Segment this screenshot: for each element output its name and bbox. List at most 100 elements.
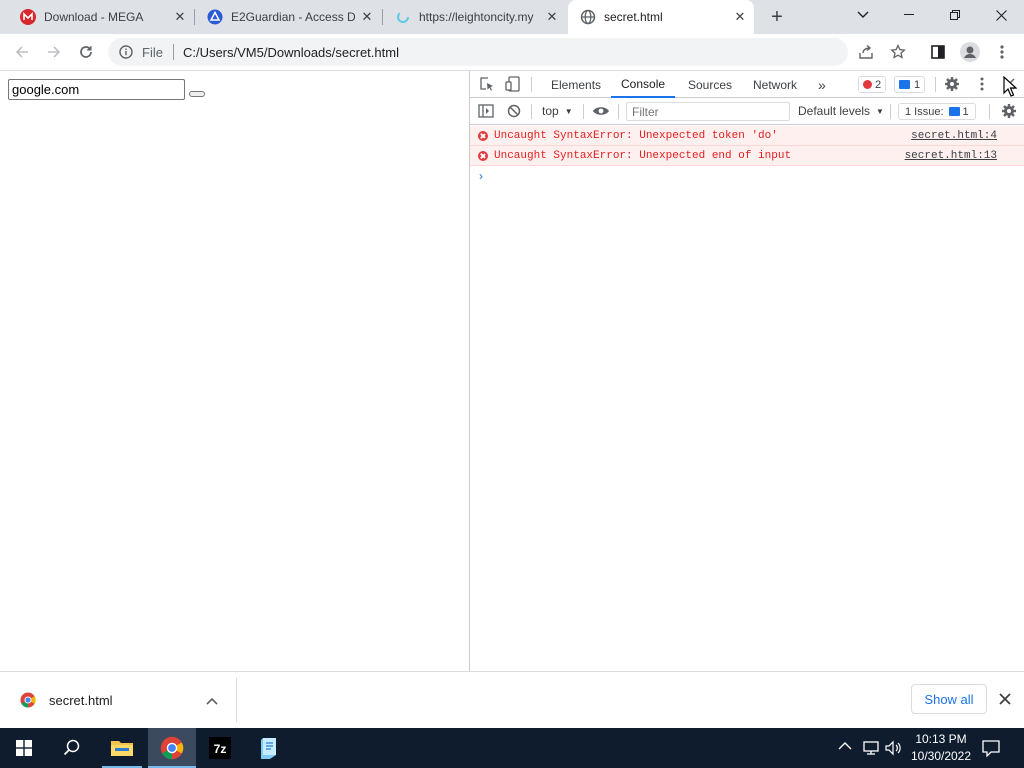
omnibox-divider bbox=[172, 44, 174, 60]
more-tabs-chevron-icon[interactable]: » bbox=[818, 71, 826, 98]
page-viewport bbox=[0, 71, 469, 671]
tab-search-chevron-icon[interactable] bbox=[840, 0, 886, 30]
profile-avatar-icon[interactable] bbox=[956, 38, 984, 66]
browser-menu-icon[interactable] bbox=[988, 38, 1016, 66]
live-expression-eye-icon[interactable] bbox=[592, 105, 610, 117]
share-icon[interactable] bbox=[852, 38, 880, 66]
error-icon bbox=[863, 80, 872, 89]
chrome-taskbar-icon[interactable] bbox=[148, 728, 196, 768]
message-count-badge[interactable]: 1 bbox=[894, 76, 926, 93]
submit-button[interactable] bbox=[189, 91, 205, 97]
inspect-element-icon[interactable] bbox=[479, 76, 495, 92]
svg-text:7z: 7z bbox=[214, 742, 227, 756]
tab-title: Download - MEGA bbox=[44, 10, 144, 24]
globe-icon bbox=[580, 9, 596, 25]
tab-leightoncity[interactable]: https://leightoncity.my ✕ bbox=[383, 0, 566, 34]
side-panel-icon[interactable] bbox=[924, 38, 952, 66]
toolbar-divider bbox=[583, 104, 584, 119]
info-icon[interactable] bbox=[118, 44, 134, 60]
tab-network[interactable]: Network bbox=[753, 71, 797, 98]
toolbar-divider bbox=[531, 104, 532, 119]
devtools-panel: Elements Console Sources Network » 2 1 t… bbox=[469, 71, 1024, 671]
devtools-menu-icon[interactable] bbox=[974, 76, 990, 92]
message-count: 1 bbox=[914, 78, 921, 91]
tab-title: https://leightoncity.my bbox=[419, 10, 534, 24]
tab-e2guardian[interactable]: E2Guardian - Access De ✕ bbox=[195, 0, 381, 34]
clear-console-icon[interactable] bbox=[507, 104, 521, 118]
console-error-message: Uncaught SyntaxError: Unexpected end of … bbox=[470, 146, 1024, 166]
forward-arrow-icon[interactable] bbox=[40, 38, 68, 66]
filter-input[interactable] bbox=[626, 102, 790, 121]
console-prompt[interactable]: › bbox=[470, 166, 1024, 186]
tab-sources[interactable]: Sources bbox=[688, 71, 732, 98]
source-link[interactable]: secret.html:13 bbox=[905, 150, 997, 162]
mouse-cursor-icon bbox=[1003, 75, 1018, 98]
network-icon[interactable] bbox=[862, 740, 880, 756]
close-icon[interactable]: ✕ bbox=[359, 9, 375, 25]
error-count-badge[interactable]: 2 bbox=[858, 76, 887, 93]
clock-time: 10:13 PM bbox=[915, 732, 967, 746]
notification-icon[interactable] bbox=[982, 739, 1000, 758]
close-icon[interactable]: ✕ bbox=[544, 9, 560, 25]
tab-title: E2Guardian - Access De bbox=[231, 10, 355, 24]
error-text: Uncaught SyntaxError: Unexpected token '… bbox=[494, 129, 778, 142]
scheme-label: File bbox=[142, 44, 163, 60]
error-icon bbox=[478, 150, 488, 161]
restore-icon[interactable] bbox=[932, 0, 978, 30]
close-icon[interactable]: ✕ bbox=[172, 9, 188, 25]
minimize-icon[interactable] bbox=[886, 0, 932, 30]
close-shelf-icon[interactable] bbox=[999, 693, 1011, 705]
toolbar-divider bbox=[989, 104, 990, 119]
log-levels-dropdown[interactable]: Default levels ▼ bbox=[798, 104, 884, 118]
browser-toolbar: File C:/Users/VM5/Downloads/secret.html bbox=[0, 34, 1024, 71]
issues-label: 1 Issue: bbox=[905, 105, 944, 118]
console-toolbar: top ▼ Default levels ▼ 1 Issue: 1 bbox=[470, 98, 1024, 125]
new-tab-plus-icon[interactable]: + bbox=[764, 5, 790, 29]
shelf-divider bbox=[236, 678, 237, 722]
windows-start-icon[interactable] bbox=[0, 728, 48, 768]
url-input[interactable] bbox=[8, 79, 185, 100]
error-text: Uncaught SyntaxError: Unexpected end of … bbox=[494, 149, 792, 162]
toolbar-divider bbox=[618, 104, 619, 119]
tray-chevron-up-icon[interactable] bbox=[838, 740, 854, 756]
devtools-tab-bar: Elements Console Sources Network » 2 1 bbox=[470, 71, 1024, 98]
toolbar-divider bbox=[890, 104, 891, 119]
log-levels-label: Default levels bbox=[798, 104, 871, 118]
sidebar-toggle-icon[interactable] bbox=[478, 104, 494, 118]
reload-icon[interactable] bbox=[72, 38, 100, 66]
chevron-up-icon[interactable] bbox=[206, 694, 218, 705]
window-close-icon[interactable] bbox=[978, 0, 1024, 30]
tab-mega[interactable]: Download - MEGA ✕ bbox=[8, 0, 194, 34]
7zip-icon[interactable]: 7z bbox=[196, 728, 244, 768]
back-arrow-icon[interactable] bbox=[8, 38, 36, 66]
context-selector[interactable]: top ▼ bbox=[542, 104, 573, 118]
file-explorer-icon[interactable] bbox=[98, 728, 146, 768]
close-icon[interactable]: ✕ bbox=[732, 9, 748, 25]
clock-date: 10/30/2022 bbox=[910, 749, 972, 763]
notepad-icon[interactable] bbox=[245, 728, 293, 768]
dropdown-triangle-icon: ▼ bbox=[876, 106, 884, 116]
bookmark-star-icon[interactable] bbox=[884, 38, 912, 66]
settings-gear-icon[interactable] bbox=[944, 76, 960, 92]
console-settings-gear-icon[interactable] bbox=[1001, 103, 1017, 119]
volume-icon[interactable] bbox=[885, 740, 903, 756]
download-item[interactable]: secret.html bbox=[0, 672, 236, 728]
device-toolbar-icon[interactable] bbox=[505, 76, 521, 92]
chrome-file-icon bbox=[20, 692, 36, 708]
issues-button[interactable]: 1 Issue: 1 bbox=[898, 103, 976, 120]
tab-elements[interactable]: Elements bbox=[551, 71, 601, 98]
url-text[interactable]: C:/Users/VM5/Downloads/secret.html bbox=[183, 45, 399, 60]
source-link[interactable]: secret.html:4 bbox=[911, 130, 997, 142]
search-icon[interactable] bbox=[48, 728, 96, 768]
tab-secret-html[interactable]: secret.html ✕ bbox=[568, 0, 754, 34]
clock[interactable]: 10:13 PM 10/30/2022 bbox=[908, 731, 974, 765]
windows-taskbar: 7z 10:13 PM 10/30/2022 bbox=[0, 728, 1024, 768]
tab-title: secret.html bbox=[604, 10, 663, 24]
e2guardian-icon bbox=[207, 9, 223, 25]
message-icon bbox=[899, 80, 910, 89]
show-all-button[interactable]: Show all bbox=[911, 684, 987, 714]
address-bar[interactable]: File C:/Users/VM5/Downloads/secret.html bbox=[108, 38, 848, 66]
tab-console[interactable]: Console bbox=[611, 71, 676, 98]
loading-icon bbox=[395, 9, 411, 25]
tab-strip: Download - MEGA ✕ E2Guardian - Access De… bbox=[0, 0, 1024, 34]
